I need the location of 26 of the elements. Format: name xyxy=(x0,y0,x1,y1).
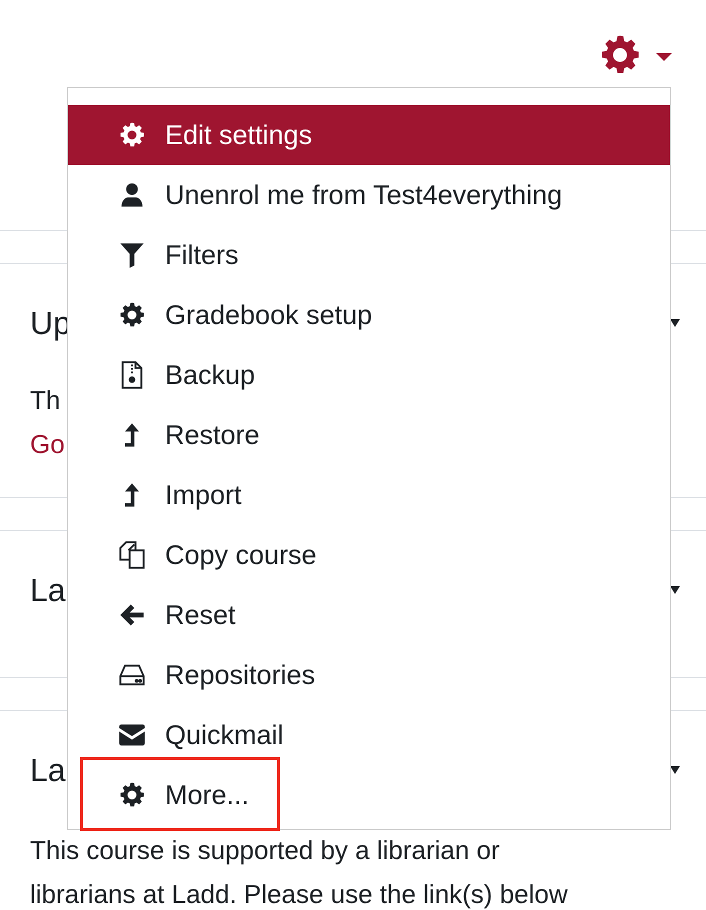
menu-item[interactable]: Repositories xyxy=(68,645,670,705)
section-title: La xyxy=(30,572,66,608)
menu-item[interactable]: Restore xyxy=(68,405,670,465)
menu-item[interactable]: Edit settings xyxy=(68,105,670,165)
menu-item[interactable]: Import xyxy=(68,465,670,525)
section-text: librarians at Ladd. Please use the link(s) below xyxy=(30,878,569,910)
menu-item[interactable]: Filters xyxy=(68,225,670,285)
caret-icon[interactable] xyxy=(670,319,680,327)
menu-item[interactable]: Reset xyxy=(68,585,670,645)
menu-item[interactable]: Copy course xyxy=(68,525,670,585)
menu-item[interactable]: More... xyxy=(68,765,670,825)
filter-icon xyxy=(118,241,146,269)
gear-icon xyxy=(118,301,146,329)
copy-icon xyxy=(118,541,146,569)
section-title: La xyxy=(30,752,66,788)
caret-icon xyxy=(656,53,672,61)
gear-icon xyxy=(118,781,146,809)
menu-item[interactable]: Quickmail xyxy=(68,705,670,765)
menu-item[interactable]: Backup xyxy=(68,345,670,405)
caret-icon[interactable] xyxy=(670,586,680,594)
menu-item[interactable]: Gradebook setup xyxy=(68,285,670,345)
section-text: This course is supported by a librarian or xyxy=(30,834,501,867)
menu-item[interactable]: Unenrol me from Test4everything xyxy=(68,165,670,225)
gear-icon xyxy=(118,121,146,149)
section-text: Th xyxy=(30,384,62,417)
caret-icon[interactable] xyxy=(670,766,680,774)
